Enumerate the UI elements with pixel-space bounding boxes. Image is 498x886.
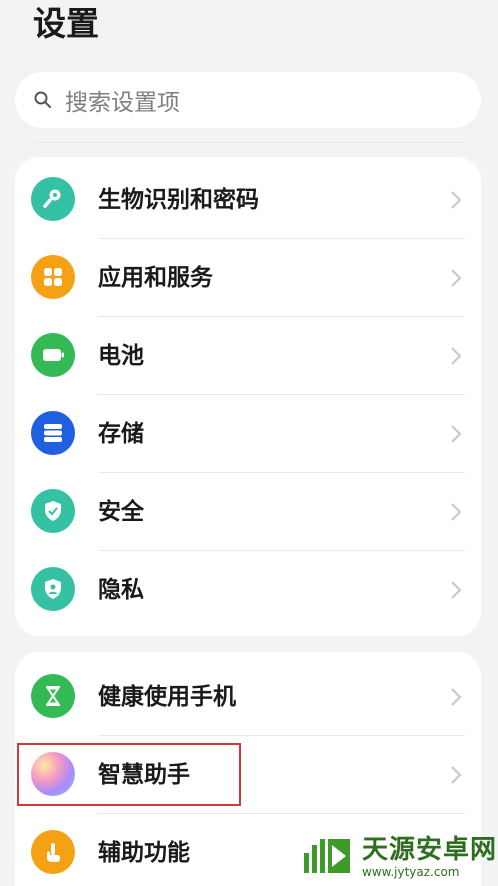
chevron-right-icon (451, 269, 462, 287)
apps-grid-icon (31, 255, 75, 299)
menu-item-digital-balance[interactable]: 健康使用手机 (15, 658, 481, 736)
chevron-right-icon (451, 347, 462, 365)
menu-item-label: 电池 (98, 343, 144, 369)
chevron-right-icon (451, 766, 462, 784)
key-icon (31, 177, 75, 221)
watermark-url: www.jytyaz.com (362, 865, 460, 879)
chevron-right-icon (451, 503, 462, 521)
menu-item-label: 安全 (98, 499, 144, 525)
chevron-right-icon (451, 425, 462, 443)
shield-check-icon (31, 489, 75, 533)
privacy-shield-icon (31, 567, 75, 611)
chevron-right-icon (451, 581, 462, 599)
menu-item-battery[interactable]: 电池 (15, 317, 481, 395)
menu-item-biometrics[interactable]: 生物识别和密码 (15, 161, 481, 239)
hourglass-icon (31, 674, 75, 718)
chevron-right-icon (451, 191, 462, 209)
highlight-box (17, 743, 241, 806)
page-title: 设置 (33, 4, 99, 43)
menu-item-label: 生物识别和密码 (98, 187, 259, 213)
menu-item-label: 隐私 (98, 577, 144, 603)
search-input[interactable]: 搜索设置项 (65, 83, 180, 117)
menu-item-apps-services[interactable]: 应用和服务 (15, 239, 481, 317)
storage-icon (31, 411, 75, 455)
menu-item-storage[interactable]: 存储 (15, 395, 481, 473)
watermark-logo-icon (304, 839, 350, 873)
watermark-text: 天源安卓网 (362, 835, 498, 865)
menu-item-label: 应用和服务 (98, 265, 213, 291)
menu-item-privacy[interactable]: 隐私 (15, 551, 481, 629)
search-bar[interactable]: 搜索设置项 (15, 72, 481, 128)
divider (34, 142, 464, 143)
hand-touch-icon (31, 830, 75, 874)
chevron-right-icon (451, 688, 462, 706)
menu-item-label: 健康使用手机 (98, 684, 236, 710)
menu-item-security[interactable]: 安全 (15, 473, 481, 551)
watermark: 天源安卓网 www.jytyaz.com (300, 828, 498, 886)
menu-item-label: 存储 (98, 421, 144, 447)
search-icon (34, 91, 51, 108)
battery-icon (31, 333, 75, 377)
settings-group-security: 生物识别和密码 应用和服务 电池 存储 安全 隐私 (15, 157, 481, 636)
menu-item-label: 辅助功能 (98, 840, 190, 866)
